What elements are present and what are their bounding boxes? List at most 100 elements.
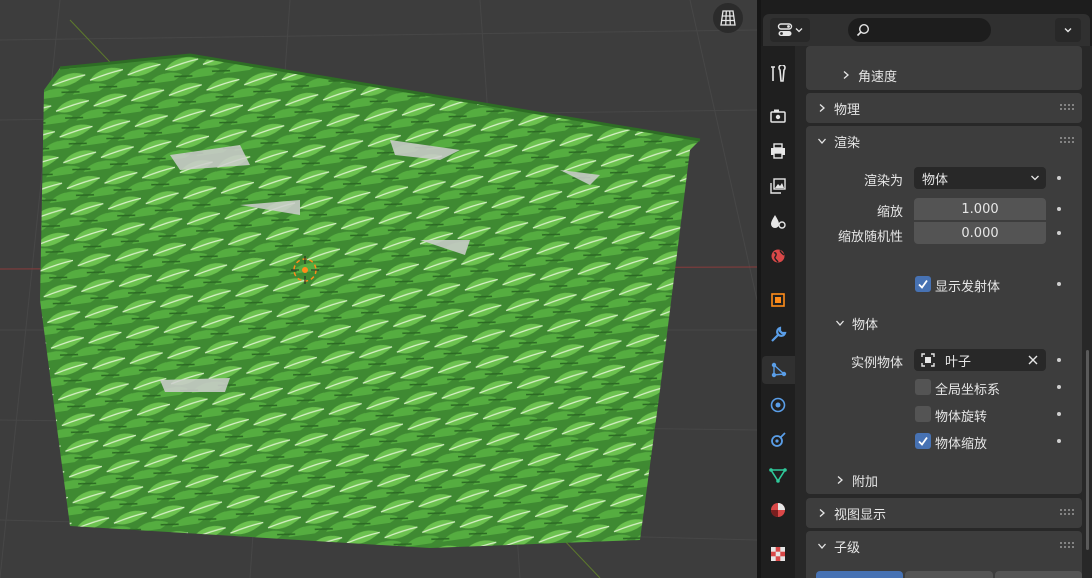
search-icon: [856, 23, 870, 37]
chevron-right-icon: [828, 475, 852, 485]
mesh-data-icon: [769, 468, 787, 483]
particles-icon: [771, 362, 787, 378]
object-rotation-label: 物体旋转: [935, 410, 988, 425]
tab-render[interactable]: [764, 102, 792, 130]
keyframe-dot[interactable]: [1057, 358, 1061, 362]
global-coordinates-label: 全局坐标系: [935, 383, 1001, 398]
viewport-display-title: 视图显示: [834, 507, 887, 523]
checkmark-icon: [918, 279, 928, 289]
tab-texture[interactable]: [764, 540, 792, 568]
chevron-right-icon: [810, 508, 834, 518]
keyframe-dot[interactable]: [1057, 385, 1061, 389]
camera-back-icon: [770, 109, 786, 123]
show-emitter-checkbox[interactable]: [915, 276, 931, 292]
tab-constraints[interactable]: [764, 426, 792, 454]
keyframe-dot[interactable]: [1057, 176, 1061, 180]
physics-panel-title: 物理: [834, 102, 861, 118]
render-as-value: 物体: [922, 172, 949, 188]
tab-world[interactable]: [764, 242, 792, 270]
toggle-grid-view-button[interactable]: [713, 3, 743, 33]
orange-cube-icon: [771, 293, 785, 307]
scale-randomness-label: 缩放随机性: [837, 230, 903, 245]
tab-scene[interactable]: [764, 207, 792, 235]
show-emitter-label: 显示发射体: [935, 280, 1001, 295]
extra-subpanel-header[interactable]: 附加: [824, 465, 1074, 495]
children-panel-title: 子级: [834, 540, 861, 556]
scale-label: 缩放: [876, 205, 903, 220]
drag-grip-icon[interactable]: [1060, 509, 1074, 515]
viewport-display-panel: 视图显示: [806, 498, 1082, 528]
search-field[interactable]: [848, 18, 991, 42]
tab-particles[interactable]: [762, 356, 796, 384]
tab-tool[interactable]: [764, 60, 792, 88]
velocity-panel: 角速度: [806, 46, 1082, 90]
keyframe-dot[interactable]: [1057, 282, 1061, 286]
chevron-down-icon: [810, 541, 834, 551]
scale-randomness-field[interactable]: 0.000: [914, 222, 1046, 244]
drag-grip-icon[interactable]: [1060, 542, 1074, 548]
properties-scrollbar[interactable]: [1086, 350, 1089, 550]
scale-field[interactable]: 1.000: [914, 198, 1046, 220]
properties-options-button[interactable]: [1055, 18, 1081, 42]
children-mode-none-button[interactable]: [816, 571, 904, 578]
tab-physics[interactable]: [764, 391, 792, 419]
object-scale-label: 物体缩放: [935, 437, 988, 452]
close-icon[interactable]: [1028, 355, 1038, 365]
keyframe-dot[interactable]: [1057, 412, 1061, 416]
wrench-icon: [771, 326, 787, 342]
search-input[interactable]: [874, 23, 984, 37]
instance-object-label: 实例物体: [850, 356, 903, 371]
3d-viewport[interactable]: [0, 0, 757, 578]
editor-type-button[interactable]: [770, 18, 810, 42]
render-as-dropdown[interactable]: 物体: [914, 167, 1046, 189]
printer-icon: [771, 143, 785, 159]
material-sphere-icon: [771, 503, 785, 517]
object-rotation-checkbox[interactable]: [915, 406, 931, 422]
tab-view-layer[interactable]: [764, 172, 792, 200]
tab-output[interactable]: [764, 137, 792, 165]
global-coordinates-checkbox[interactable]: [915, 379, 931, 395]
children-panel-header[interactable]: 子级: [806, 531, 1082, 561]
children-mode-simple-button[interactable]: [905, 571, 993, 578]
chevron-right-icon: [810, 103, 834, 113]
scene-drops-icon: [771, 215, 786, 229]
object-subpanel-title: 物体: [852, 317, 879, 333]
drag-grip-icon[interactable]: [1060, 137, 1074, 143]
angular-velocity-header[interactable]: 角速度: [830, 60, 1080, 90]
properties-editor-icon: [777, 23, 793, 36]
render-as-label: 渲染为: [863, 174, 903, 189]
drag-grip-icon[interactable]: [1060, 104, 1074, 110]
properties-tab-strip: [761, 46, 796, 578]
checker-texture-icon: [771, 547, 785, 561]
checkmark-icon: [918, 436, 928, 446]
viewport-display-header[interactable]: 视图显示: [806, 498, 1082, 528]
object-icon: [921, 353, 935, 367]
chevron-down-icon: [1064, 28, 1072, 33]
tab-modifiers[interactable]: [764, 321, 792, 349]
object-subpanel-header[interactable]: 物体: [824, 308, 1074, 338]
tab-material[interactable]: [764, 496, 792, 524]
tab-object[interactable]: [764, 286, 792, 314]
instance-object-field[interactable]: 叶子: [914, 349, 1046, 371]
keyframe-dot[interactable]: [1057, 439, 1061, 443]
physics-orbit-icon: [770, 397, 786, 413]
tab-data[interactable]: [764, 461, 792, 489]
chevron-down-icon: [1031, 175, 1039, 181]
render-panel-header[interactable]: 渲染: [806, 126, 1082, 156]
physics-panel-header[interactable]: 物理: [806, 93, 1082, 123]
chevron-right-icon: [834, 70, 858, 80]
extra-subpanel-title: 附加: [852, 474, 879, 490]
physics-panel: 物理: [806, 93, 1082, 123]
wrench-screwdriver-icon: [771, 65, 786, 82]
chevron-down-icon: [795, 28, 803, 33]
chevron-down-icon: [810, 136, 834, 146]
grid-view-icon: [720, 10, 736, 26]
render-panel-title: 渲染: [834, 135, 861, 151]
keyframe-dot[interactable]: [1057, 207, 1061, 211]
angular-velocity-label: 角速度: [858, 69, 898, 85]
children-mode-buttons[interactable]: [816, 571, 1082, 578]
foliage-mesh: [40, 55, 700, 548]
object-scale-checkbox[interactable]: [915, 433, 931, 449]
keyframe-dot[interactable]: [1057, 231, 1061, 235]
children-mode-interpolated-button[interactable]: [994, 571, 1082, 578]
